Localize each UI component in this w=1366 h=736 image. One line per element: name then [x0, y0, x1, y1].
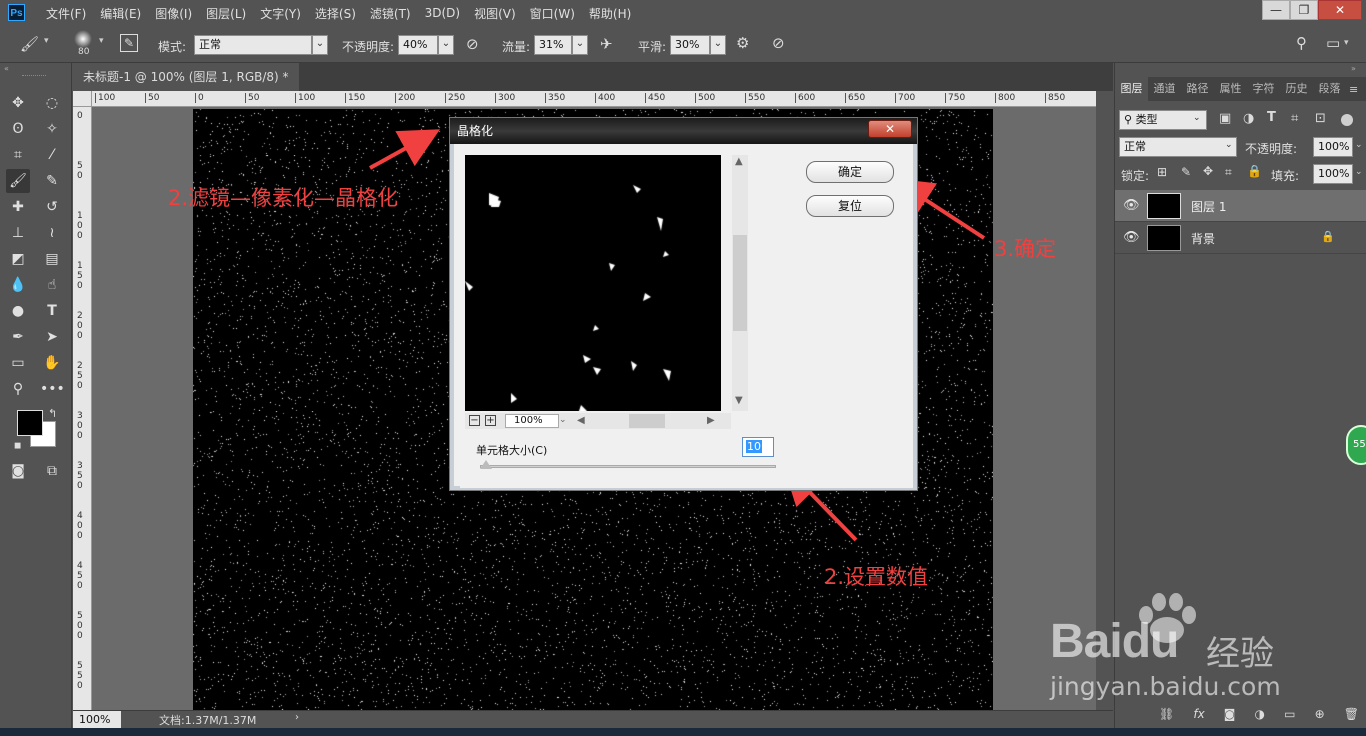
layer-thumbnail [1147, 225, 1181, 251]
panel-tab[interactable]: 段落 [1313, 77, 1346, 101]
preview-zoom-value[interactable]: 100% [505, 414, 559, 428]
ok-button[interactable]: 确定 [806, 161, 894, 183]
chevron-down-icon[interactable]: ⌄ [1355, 140, 1363, 150]
watermark-brand-cn: 经验 [1206, 634, 1274, 674]
cell-size-input[interactable]: 10 [742, 437, 774, 457]
lock-all-icon[interactable]: 🔒 [1247, 164, 1262, 178]
layer-filter-value: 类型 [1135, 113, 1158, 126]
floating-badge[interactable]: 55 [1346, 425, 1366, 465]
chevron-right-icon[interactable]: › [295, 712, 299, 723]
watermark-url: jingyan.baidu.com [1050, 672, 1281, 701]
zoom-level[interactable]: 100% [73, 711, 121, 728]
filter-preview[interactable] [465, 155, 721, 411]
search-icon: ⚲ [1124, 113, 1136, 126]
panel-tabs: 图层 通道 路径 属性 字符 历史 段落 [1115, 77, 1366, 101]
dialog-title[interactable]: 晶格化 [450, 118, 917, 144]
dialog-close-icon[interactable]: ✕ [868, 120, 912, 138]
scroll-left-icon[interactable]: ◀ [577, 415, 585, 426]
shape-filter-icon[interactable]: ⌗ [1291, 111, 1298, 126]
reset-button[interactable]: 复位 [806, 195, 894, 217]
panel-tab[interactable]: 字符 [1247, 77, 1280, 101]
scroll-thumb[interactable] [733, 235, 747, 331]
layer-name: 图层 1 [1191, 200, 1227, 214]
fill-input[interactable]: 100% [1313, 164, 1353, 184]
layer-thumbnail [1147, 193, 1181, 219]
layer-row-layer1[interactable]: 👁 图层 1 [1115, 190, 1366, 222]
lock-label: 锁定: [1121, 169, 1150, 183]
zoom-in-icon[interactable]: + [485, 415, 496, 426]
chevron-down-icon[interactable]: ⌄ [1225, 140, 1233, 150]
cell-size-label: 单元格大小(C) [476, 444, 548, 457]
chevron-down-icon[interactable]: ⌄ [559, 415, 567, 425]
eye-icon[interactable]: 👁 [1123, 198, 1140, 213]
preview-area: ▲ ▼ − + 100% ⌄ ◀ ▶ 确定 复位 单元格大小(C) 10 [460, 148, 913, 488]
panel-tab[interactable]: 图层 [1115, 77, 1148, 101]
eye-icon[interactable]: 👁 [1123, 230, 1140, 245]
filter-toggle-icon[interactable] [1341, 114, 1353, 126]
arrow-to-dialog [369, 129, 440, 170]
cell-size-slider[interactable] [480, 465, 776, 468]
panel-tab[interactable]: 历史 [1280, 77, 1313, 101]
layer-name: 背景 [1191, 232, 1216, 246]
scroll-down-icon[interactable]: ▼ [735, 395, 743, 406]
image-filter-icon[interactable]: ▣ [1219, 111, 1231, 126]
new-layer-icon[interactable]: ⊕ [1315, 707, 1325, 721]
panel-tab[interactable]: 路径 [1181, 77, 1214, 101]
scroll-right-icon[interactable]: ▶ [707, 415, 715, 426]
lock-artboard-icon[interactable]: ⌗ [1225, 165, 1232, 180]
scroll-up-icon[interactable]: ▲ [735, 156, 743, 167]
lock-icon: 🔒 [1321, 230, 1335, 243]
layer-opacity-input[interactable]: 100% [1313, 137, 1353, 157]
adjustment-filter-icon[interactable]: ◑ [1243, 111, 1254, 126]
lock-transparent-icon[interactable]: ⊞ [1157, 165, 1167, 179]
status-bar: 100% 文档:1.37M/1.37M › [73, 710, 1113, 728]
chevron-down-icon[interactable]: ⌄ [1355, 167, 1363, 177]
zoom-out-icon[interactable]: − [469, 415, 480, 426]
lock-position-icon[interactable]: ✥ [1203, 164, 1213, 178]
fill-label: 填充: [1271, 169, 1300, 183]
crystallize-dialog: 晶格化 ✕ ▲ ▼ − + 100% ⌄ ◀ ▶ 确定 复位 单元格大小(C) … [449, 117, 918, 491]
smart-object-filter-icon[interactable]: ⊡ [1315, 111, 1326, 126]
cell-size-slider-thumb[interactable] [480, 460, 492, 469]
collapse-icon[interactable]: » [1351, 64, 1356, 73]
panel-tab[interactable]: 通道 [1148, 77, 1181, 101]
chevron-down-icon[interactable]: ⌄ [1193, 113, 1201, 123]
hscroll-thumb[interactable] [629, 414, 665, 428]
baidu-watermark: Baidu 经验 jingyan.baidu.com [1044, 590, 1294, 710]
panel-menu-icon[interactable]: ≡ [1349, 83, 1358, 96]
layer-opacity-label: 不透明度: [1245, 142, 1298, 156]
cell-size-value: 10 [746, 440, 762, 453]
watermark-brand: Baidu [1050, 615, 1179, 668]
panel-tab[interactable]: 属性 [1214, 77, 1247, 101]
document-info: 文档:1.37M/1.37M [159, 714, 257, 727]
type-filter-icon[interactable]: T [1267, 110, 1276, 125]
blend-mode-select[interactable]: 正常 [1119, 137, 1237, 157]
delete-layer-icon[interactable]: 🗑 [1344, 707, 1359, 721]
preview-vertical-scrollbar[interactable]: ▲ ▼ [732, 155, 748, 411]
os-taskbar [0, 728, 1366, 736]
layer-row-background[interactable]: 👁 背景 🔒 [1115, 222, 1366, 254]
preview-zoom-bar: − + 100% ⌄ ◀ ▶ [465, 413, 731, 429]
lock-pixels-icon[interactable]: ✎ [1181, 165, 1191, 179]
